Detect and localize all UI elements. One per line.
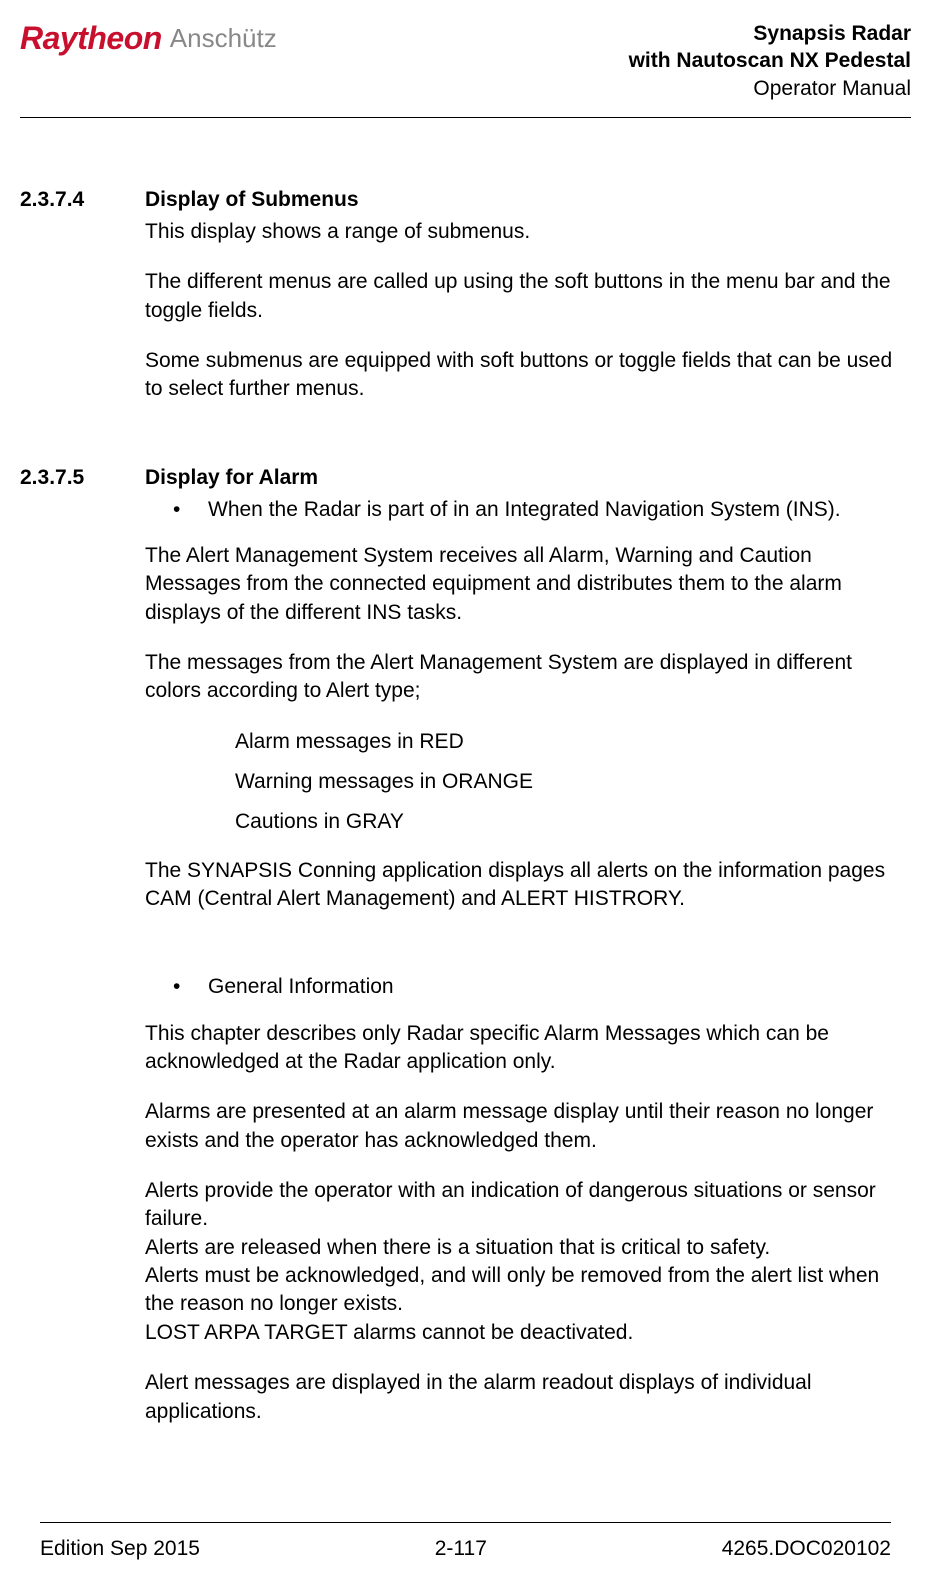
header-titles: Synapsis Radar with Nautoscan NX Pedesta… (629, 20, 911, 102)
paragraph: The SYNAPSIS Conning application display… (145, 857, 911, 914)
section-title: Display of Submenus (145, 188, 911, 212)
line: LOST ARPA TARGET alarms cannot be deacti… (145, 1319, 911, 1347)
page-footer: Edition Sep 2015 2-117 4265.DOC020102 (40, 1522, 891, 1571)
section-title: Display for Alarm (145, 466, 911, 490)
page-header: Raytheon Anschütz Synapsis Radar with Na… (20, 20, 911, 118)
color-list: Alarm messages in RED Warning messages i… (235, 728, 911, 837)
section-2374: 2.3.7.4 Display of Submenus This display… (20, 188, 911, 426)
doc-title-line3: Operator Manual (629, 75, 911, 102)
line: Alerts provide the operator with an indi… (145, 1177, 911, 1234)
doc-title-line2: with Nautoscan NX Pedestal (629, 47, 911, 74)
doc-title-line1: Synapsis Radar (629, 20, 911, 47)
paragraph: The different menus are called up using … (145, 268, 911, 325)
line: Alerts are released when there is a situ… (145, 1234, 911, 1262)
line: Alerts must be acknowledged, and will on… (145, 1262, 911, 1319)
paragraph: Some submenus are equipped with soft but… (145, 347, 911, 404)
section-number: 2.3.7.4 (20, 188, 145, 426)
paragraph: Alarms are presented at an alarm message… (145, 1098, 911, 1155)
bullet-text: When the Radar is part of in an Integrat… (208, 496, 841, 524)
footer-edition: Edition Sep 2015 (40, 1537, 200, 1561)
raytheon-logo: Raytheon (20, 20, 162, 57)
section-number: 2.3.7.5 (20, 466, 145, 1448)
section-2375: 2.3.7.5 Display for Alarm • When the Rad… (20, 466, 911, 1448)
paragraph: This chapter describes only Radar specif… (145, 1020, 911, 1077)
color-item-red: Alarm messages in RED (235, 728, 911, 756)
logo-group: Raytheon Anschütz (20, 20, 277, 57)
section-body: Display for Alarm • When the Radar is pa… (145, 466, 911, 1448)
bullet-icon: • (173, 973, 208, 1001)
paragraph: Alert messages are displayed in the alar… (145, 1369, 911, 1426)
bullet-icon: • (173, 496, 208, 524)
paragraph: The Alert Management System receives all… (145, 542, 911, 627)
content-area: 2.3.7.4 Display of Submenus This display… (20, 188, 911, 1522)
color-item-orange: Warning messages in ORANGE (235, 768, 911, 796)
footer-page-number: 2-117 (435, 1537, 487, 1561)
paragraph-block: Alerts provide the operator with an indi… (145, 1177, 911, 1347)
section-body: Display of Submenus This display shows a… (145, 188, 911, 426)
color-item-gray: Cautions in GRAY (235, 808, 911, 836)
document-page: Raytheon Anschütz Synapsis Radar with Na… (0, 0, 951, 1591)
bullet-item: • When the Radar is part of in an Integr… (173, 496, 911, 524)
anschutz-logo: Anschütz (170, 23, 277, 54)
footer-doc-number: 4265.DOC020102 (722, 1537, 891, 1561)
bullet-item: • General Information (173, 973, 911, 1001)
bullet-text: General Information (208, 973, 394, 1001)
paragraph: This display shows a range of submenus. (145, 218, 911, 246)
paragraph: The messages from the Alert Management S… (145, 649, 911, 706)
